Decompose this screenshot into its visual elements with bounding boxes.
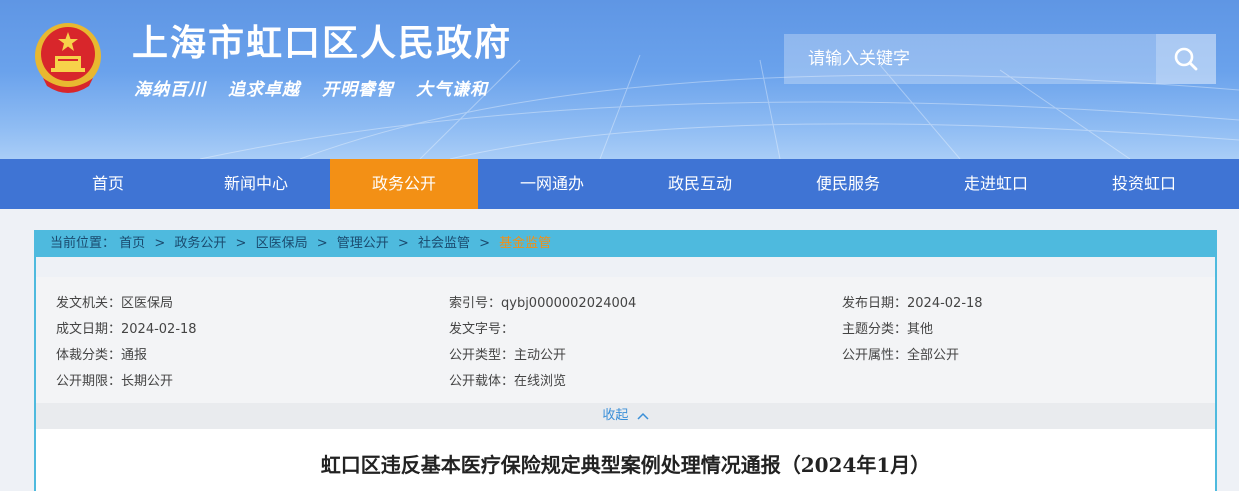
slogan-4: 大气谦和 (416, 80, 488, 100)
breadcrumb-link-home[interactable]: 首页 (119, 236, 145, 251)
meta-open-type: 公开类型：主动公开 (449, 348, 567, 363)
breadcrumb-current[interactable]: 基金监管 (499, 236, 551, 251)
nav-item-gov-affairs[interactable]: 政务公开 (330, 159, 478, 209)
panel-top-gap (36, 257, 1215, 277)
breadcrumb-prefix: 当前位置： (50, 236, 116, 251)
document-title: 虹口区违反基本医疗保险规定典型案例处理情况通报（2024年1月） (320, 453, 931, 477)
nav-item-about[interactable]: 走进虹口 (922, 159, 1070, 209)
breadcrumb: 当前位置： 首页 > 政务公开 > 区医保局 > 管理公开 > 社会监管 > 基… (34, 230, 1217, 257)
collapse-label: 收起 (602, 408, 629, 423)
main-nav: 首页 新闻中心 政务公开 一网通办 政民互动 便民服务 走进虹口 投资虹口 (0, 159, 1239, 209)
breadcrumb-separator: > (397, 236, 409, 251)
meta-topic: 主题分类：其他 (842, 322, 934, 337)
meta-open-term: 公开期限：长期公开 (56, 374, 174, 389)
document-metadata: 发文机关：区医保局 索引号：qybj0000002024004 发布日期：202… (36, 277, 1215, 403)
site-header: 上海市虹口区人民政府 海纳百川 追求卓越 开明睿智 大气谦和 (0, 0, 1239, 159)
site-slogan: 海纳百川 追求卓越 开明睿智 大气谦和 (134, 75, 510, 100)
search-button[interactable] (1156, 34, 1216, 84)
site-title: 上海市虹口区人民政府 (132, 23, 513, 64)
search-icon (1174, 47, 1198, 71)
nav-item-investment[interactable]: 投资虹口 (1070, 159, 1218, 209)
content-panel: 发文机关：区医保局 索引号：qybj0000002024004 发布日期：202… (34, 257, 1217, 491)
meta-issuer: 发文机关：区医保局 (56, 296, 174, 311)
meta-publish-date: 发布日期：2024-02-18 (842, 296, 983, 311)
breadcrumb-link-gov-affairs[interactable]: 政务公开 (174, 236, 226, 251)
slogan-3: 开明睿智 (322, 80, 394, 100)
meta-index-no: 索引号：qybj0000002024004 (449, 296, 637, 311)
meta-doc-no: 发文字号： (449, 322, 515, 337)
breadcrumb-link-supervision[interactable]: 社会监管 (418, 236, 470, 251)
meta-genre: 体裁分类：通报 (56, 348, 148, 363)
meta-open-attr: 公开属性：全部公开 (842, 348, 960, 363)
breadcrumb-separator: > (235, 236, 247, 251)
chevron-up-icon (637, 412, 649, 420)
slogan-1: 海纳百川 (134, 80, 206, 100)
slogan-2: 追求卓越 (228, 80, 300, 100)
breadcrumb-link-medical-bureau[interactable]: 区医保局 (256, 236, 308, 251)
national-emblem-icon (35, 23, 101, 93)
breadcrumb-separator: > (479, 236, 491, 251)
breadcrumb-link-management[interactable]: 管理公开 (337, 236, 389, 251)
search-input[interactable] (784, 34, 1156, 84)
nav-item-home[interactable]: 首页 (34, 159, 182, 209)
meta-carrier: 公开载体：在线浏览 (449, 374, 567, 389)
nav-item-online-service[interactable]: 一网通办 (478, 159, 626, 209)
nav-item-public-service[interactable]: 便民服务 (774, 159, 922, 209)
meta-created-date: 成文日期：2024-02-18 (56, 322, 197, 337)
nav-item-news[interactable]: 新闻中心 (182, 159, 330, 209)
breadcrumb-separator: > (154, 236, 166, 251)
collapse-toggle[interactable]: 收起 (36, 403, 1215, 429)
nav-item-interaction[interactable]: 政民互动 (626, 159, 774, 209)
breadcrumb-separator: > (316, 236, 328, 251)
